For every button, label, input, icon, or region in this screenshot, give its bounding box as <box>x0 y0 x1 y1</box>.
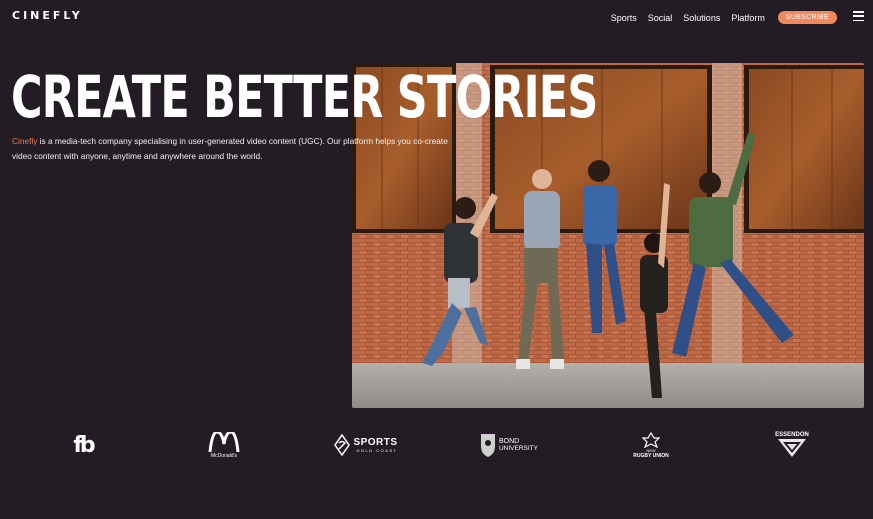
hero-description: Cinefly is a media-tech company speciali… <box>12 134 462 164</box>
bond-crest-icon <box>480 434 495 457</box>
mcdonalds-wordmark: McDonald's <box>211 452 237 459</box>
fb-logo: fb <box>65 425 101 465</box>
mcdonalds-logo: McDonald's <box>200 425 248 465</box>
brand-name-link[interactable]: Cinefly <box>12 136 37 146</box>
nav-link-social[interactable]: Social <box>648 13 673 23</box>
nav-link-sports[interactable]: Sports <box>611 13 637 23</box>
new-rugby-union-logo: NEW RUGBY UNION <box>630 425 672 465</box>
subscribe-button[interactable]: SUBSCRIBE <box>777 11 837 24</box>
gold-coast-wordmark: GOLD COAST <box>356 448 398 453</box>
sports-gold-coast-icon <box>334 434 351 456</box>
partner-logos: fb McDonald's SPORTS GOLD COAST BOND UNI… <box>0 425 873 465</box>
sports-wordmark: SPORTS <box>353 437 398 448</box>
sports-gold-coast-logo: SPORTS GOLD COAST <box>333 425 399 465</box>
essendon-shield-icon <box>778 439 806 457</box>
cinefly-logo[interactable]: CINEFLY <box>12 9 83 22</box>
golden-arches-icon <box>208 431 240 452</box>
bond-university-logo: BOND UNIVERSITY <box>478 425 540 465</box>
rugby-union-wordmark: RUGBY UNION <box>633 452 669 459</box>
bond-wordmark: BOND <box>498 438 520 445</box>
nav-link-solutions[interactable]: Solutions <box>683 13 720 23</box>
nav-menu: Sports Social Solutions Platform SUBSCRI… <box>611 11 837 24</box>
nav-link-platform[interactable]: Platform <box>731 13 765 23</box>
essendon-logo: ESSENDON <box>774 425 810 465</box>
hamburger-menu-icon[interactable] <box>853 11 864 21</box>
fb-logo-text: fb <box>73 432 95 458</box>
university-wordmark: UNIVERSITY <box>498 445 538 452</box>
waratah-icon <box>642 431 660 448</box>
top-navigation: CINEFLY Sports Social Solutions Platform… <box>0 0 873 34</box>
hero-description-text: is a media-tech company specialising in … <box>12 136 448 161</box>
hero-headline: CREATE BETTER STORIES <box>11 63 598 131</box>
